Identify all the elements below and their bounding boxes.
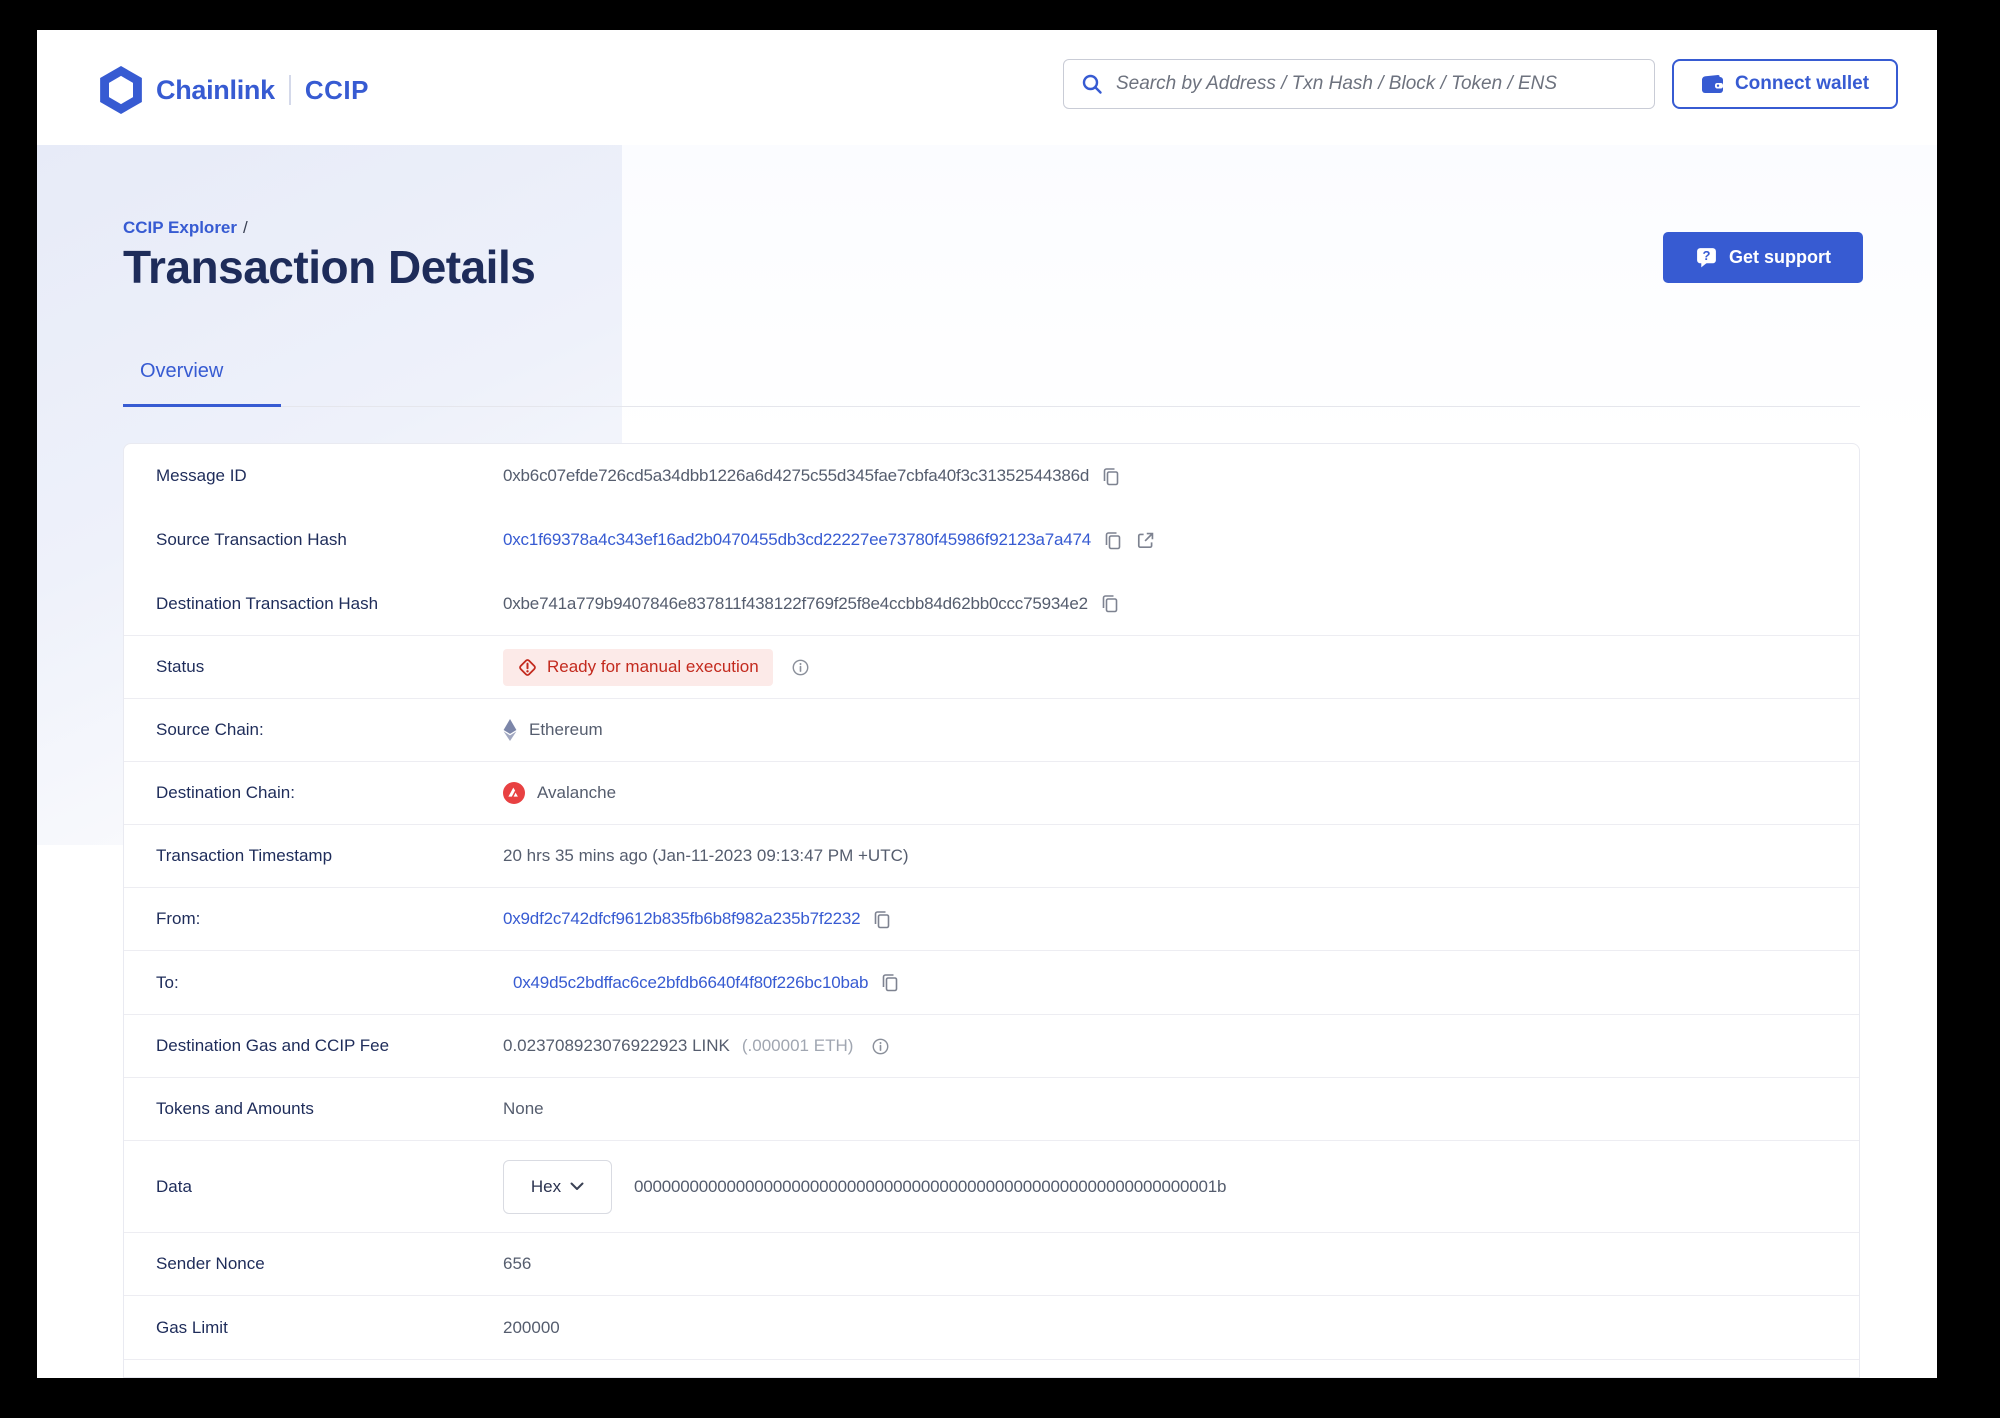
table-row-source-chain: Source Chain: Ethereum: [124, 699, 1859, 762]
info-icon[interactable]: [791, 658, 810, 677]
breadcrumb-link[interactable]: CCIP Explorer: [123, 218, 237, 237]
row-label: Source Transaction Hash: [156, 530, 347, 549]
diamond-exclamation-icon: [517, 657, 538, 678]
fee-value-eth: (.000001 ETH): [741, 1036, 854, 1055]
fee-value: 0.023708923076922923 LINK: [503, 1036, 730, 1055]
table-row-gas-limit: Gas Limit 200000: [124, 1296, 1859, 1360]
connect-wallet-label: Connect wallet: [1734, 73, 1870, 94]
search-input[interactable]: [1116, 73, 1638, 95]
breadcrumb[interactable]: CCIP Explorer /: [123, 218, 248, 238]
tab-rule: [123, 406, 1860, 407]
to-address-link[interactable]: 0x49d5c2bdffac6ce2bfdb6640f4f80f226bc10b…: [513, 973, 868, 993]
svg-text:?: ?: [1703, 248, 1711, 263]
copy-icon[interactable]: [1103, 530, 1123, 551]
external-link-icon[interactable]: [1135, 530, 1156, 551]
wallet-icon: [1701, 74, 1724, 95]
timestamp-value: 20 hrs 35 mins ago (Jan-11-2023 09:13:47…: [503, 846, 909, 865]
table-row-destination-chain: Destination Chain: Avalanche: [124, 762, 1859, 825]
row-label: Gas Limit: [156, 1317, 228, 1337]
row-label: Destination Transaction Hash: [156, 593, 379, 613]
table-row-partial: [124, 1360, 1859, 1377]
chevron-down-icon: [570, 1182, 584, 1191]
row-label: Sender Nonce: [156, 1254, 265, 1273]
tab-overview[interactable]: Overview: [140, 360, 223, 383]
tab-active-indicator: [123, 404, 281, 407]
row-label: Data: [156, 1176, 192, 1196]
question-chat-icon: ?: [1695, 246, 1718, 269]
table-row-from: From: 0x9df2c742dfcf9612b835fb6b8f982a23…: [124, 888, 1859, 951]
from-address-link[interactable]: 0x9df2c742dfcf9612b835fb6b8f982a235b7f22…: [503, 909, 861, 929]
table-row-tokens: Tokens and Amounts None: [124, 1078, 1859, 1141]
status-badge: Ready for manual execution: [503, 648, 773, 686]
top-navbar: Chainlink CCIP Connect: [37, 30, 1937, 145]
brand-product: CCIP: [304, 74, 369, 105]
sender-nonce-value: 656: [503, 1254, 532, 1273]
table-row-fee: Destination Gas and CCIP Fee 0.023708923…: [124, 1015, 1859, 1078]
transaction-details-card: Message ID 0xb6c07efde726cd5a34dbb1226a6…: [123, 443, 1860, 1378]
row-label: Destination Gas and CCIP Fee: [156, 1036, 390, 1055]
data-format-dropdown[interactable]: Hex: [503, 1159, 612, 1214]
row-label: Status: [156, 657, 205, 676]
copy-icon[interactable]: [1101, 466, 1121, 487]
hero-background-fade: [622, 145, 1937, 445]
tokens-value: None: [503, 1099, 544, 1118]
row-label: Transaction Timestamp: [156, 846, 333, 865]
table-row-sender-nonce: Sender Nonce 656: [124, 1233, 1859, 1296]
row-label: Source Chain:: [156, 720, 264, 739]
app-window: Chainlink CCIP Connect: [37, 30, 1937, 1378]
get-support-label: Get support: [1729, 247, 1831, 267]
row-label: Tokens and Amounts: [156, 1099, 314, 1118]
page-title: Transaction Details: [123, 241, 536, 293]
brand-name: Chainlink: [156, 74, 275, 105]
status-text: Ready for manual execution: [547, 657, 759, 676]
row-label: To:: [156, 972, 179, 992]
table-row-timestamp: Transaction Timestamp 20 hrs 35 mins ago…: [124, 825, 1859, 888]
copy-icon[interactable]: [872, 909, 892, 930]
copy-icon[interactable]: [1100, 593, 1120, 614]
row-label: Destination Chain:: [156, 783, 295, 802]
source-chain-name: Ethereum: [529, 720, 603, 739]
table-row-data: Data Hex 0000000000000000000000000000000…: [124, 1141, 1859, 1233]
destination-chain-name: Avalanche: [537, 783, 617, 802]
row-label: Message ID: [156, 466, 247, 485]
row-label: From:: [156, 909, 201, 928]
copy-icon[interactable]: [880, 972, 900, 993]
get-support-button[interactable]: ? Get support: [1663, 232, 1863, 283]
ethereum-icon: [503, 719, 517, 741]
gas-limit-value: 200000: [503, 1317, 560, 1337]
info-icon[interactable]: [871, 1037, 890, 1056]
destination-tx-hash-value: 0xbe741a779b9407846e837811f438122f769f25…: [503, 593, 1088, 613]
data-hex-value: 0000000000000000000000000000000000000000…: [634, 1176, 1227, 1196]
connect-wallet-button[interactable]: Connect wallet: [1672, 59, 1898, 109]
breadcrumb-separator: /: [243, 218, 248, 237]
chainlink-hexagon-icon: [100, 66, 142, 114]
search-bar[interactable]: [1063, 59, 1655, 109]
table-row-destination-tx-hash: Destination Transaction Hash 0xbe741a779…: [124, 572, 1859, 636]
source-tx-hash-link[interactable]: 0xc1f69378a4c343ef16ad2b0470455db3cd2222…: [503, 530, 1091, 550]
brand-divider: [288, 75, 291, 105]
data-format-value: Hex: [530, 1176, 562, 1196]
table-row-source-tx-hash: Source Transaction Hash 0xc1f69378a4c343…: [124, 508, 1859, 572]
brand-logo[interactable]: Chainlink CCIP: [100, 66, 369, 114]
table-row-message-id: Message ID 0xb6c07efde726cd5a34dbb1226a6…: [124, 444, 1859, 508]
message-id-value: 0xb6c07efde726cd5a34dbb1226a6d4275c55d34…: [503, 466, 1090, 485]
avalanche-icon: [503, 782, 525, 804]
table-row-to: To: 0x49d5c2bdffac6ce2bfdb6640f4f80f226b…: [124, 951, 1859, 1015]
table-row-status: Status Ready for manual execution: [124, 636, 1859, 699]
search-icon: [1080, 72, 1104, 96]
